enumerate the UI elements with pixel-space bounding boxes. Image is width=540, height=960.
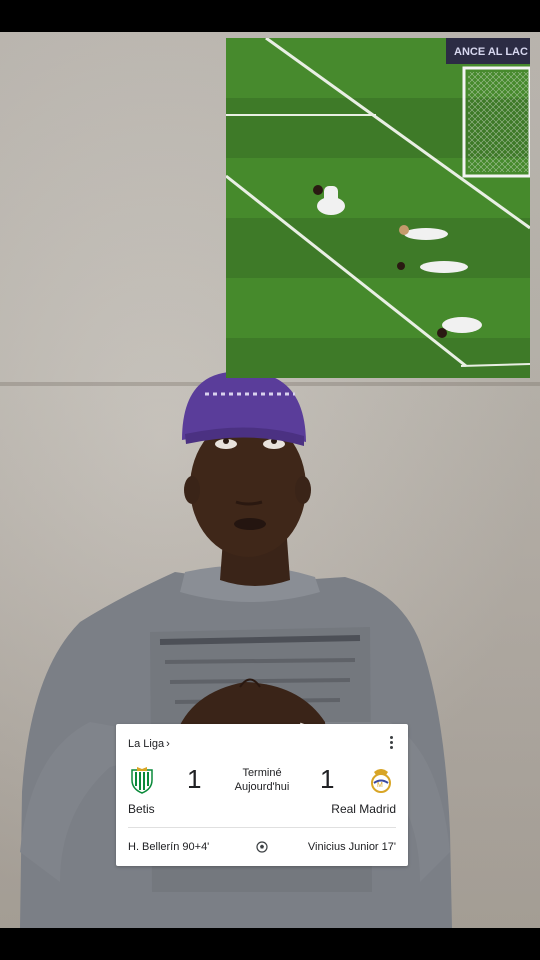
away-score: 1 [320,764,335,794]
soccer-ball-icon [256,840,268,853]
home-team-name[interactable]: Betis [128,802,155,816]
divider [128,827,396,828]
status-date: Aujourd'hui [234,781,290,793]
status-finished: Terminé [242,767,282,779]
away-team-name[interactable]: Real Madrid [331,802,396,816]
svg-text:M: M [377,782,383,789]
video-frame: ANCE AL LAC La Liga › 1 Terminé Aujourd'… [0,32,540,928]
league-name: La Liga [128,738,165,750]
league-link[interactable]: La Liga › [128,738,170,750]
chevron-right-icon: › [166,738,170,750]
real-madrid-crest-icon: M [368,766,394,794]
match-status: Terminé Aujourd'hui [224,766,300,794]
home-score: 1 [187,764,202,794]
match-score-card[interactable]: La Liga › 1 Terminé Aujourd'hui 1 M Betis [116,724,408,866]
home-goal-scorer: H. Bellerín 90+4' [128,841,210,853]
real-betis-crest-icon [129,766,155,794]
letterbox-top [0,0,540,32]
letterbox-bottom [0,928,540,960]
inset-banner-text: ANCE AL LAC [454,46,528,58]
more-vert-icon[interactable] [390,736,394,750]
soccer-clip-inset: ANCE AL LAC [226,38,530,378]
away-goal-scorer: Vinicius Junior 17' [307,841,396,853]
